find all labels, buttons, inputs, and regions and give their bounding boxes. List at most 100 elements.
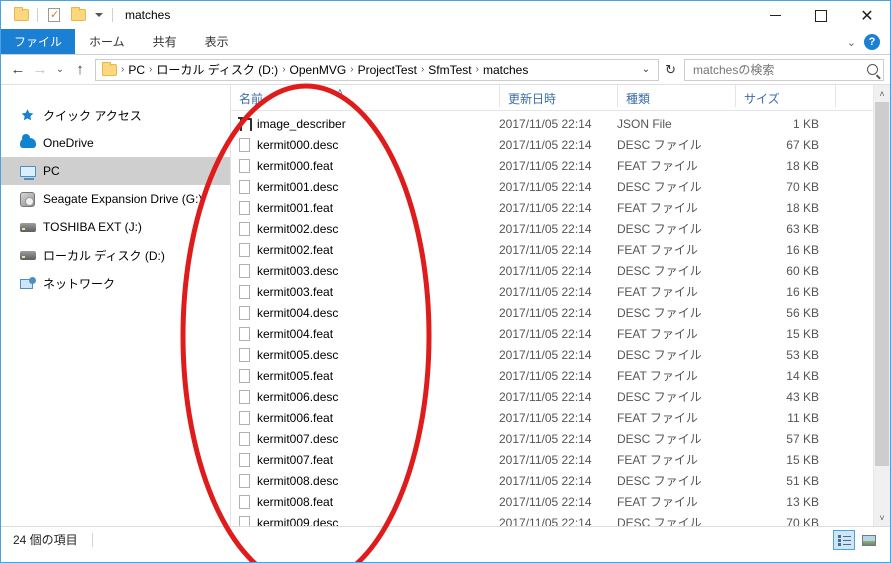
file-date-cell: 2017/11/05 22:14 [499,347,592,362]
table-row[interactable]: kermit007.desc 2017/11/05 22:14 DESC ファイル 5… [231,428,890,449]
scroll-down-icon[interactable]: ˅ [874,509,890,526]
table-row[interactable]: kermit004.desc 2017/11/05 22:14 DESC ファイル 5… [231,302,890,323]
sidebar-item-seagate-expansion-drive[interactable]: Seagate Expansion Drive (G:) [1,185,230,213]
refresh-icon[interactable]: ↻ [661,62,680,78]
tab-share[interactable]: 共有 [139,29,191,54]
help-icon[interactable]: ? [864,34,880,50]
file-name-cell[interactable]: kermit005.feat [231,368,499,383]
file-name-label: kermit008.feat [257,494,334,509]
table-row[interactable]: kermit008.desc 2017/11/05 22:14 DESC ファイル 5… [231,470,890,491]
window-title: matches [125,8,171,22]
table-row[interactable]: image_describer 2017/11/05 22:14 JSON File… [231,113,890,134]
file-size-cell: 15 KB [786,326,819,341]
file-name-cell[interactable]: kermit006.feat [231,410,499,425]
file-date-cell: 2017/11/05 22:14 [499,200,592,215]
tab-home[interactable]: ホーム [75,29,139,54]
breadcrumb-item-matches[interactable]: matches [480,63,531,77]
explorer-window: matches ✕ ファイル ホーム 共有 表示 ⌄ ? ← → ⌄ ↑ › P… [0,0,891,563]
properties-icon[interactable] [42,4,66,26]
minimize-button[interactable] [752,1,798,30]
recent-locations-button[interactable]: ⌄ [51,58,69,82]
file-name-cell[interactable]: kermit006.desc [231,389,499,404]
breadcrumb[interactable]: › PC › ローカル ディスク (D:) › OpenMVG › Projec… [95,58,660,81]
table-row[interactable]: kermit001.feat 2017/11/05 22:14 FEAT ファイル 1… [231,197,890,218]
star-icon [19,107,36,124]
breadcrumb-item-pc[interactable]: PC [125,63,148,77]
table-row[interactable]: kermit004.feat 2017/11/05 22:14 FEAT ファイル 1… [231,323,890,344]
file-name-label: kermit002.feat [257,242,334,257]
scroll-up-icon[interactable]: ˄ [874,85,890,102]
forward-button[interactable]: → [29,58,51,82]
table-row[interactable]: kermit002.desc 2017/11/05 22:14 DESC ファイル 6… [231,218,890,239]
file-name-cell[interactable]: kermit008.feat [231,494,499,509]
file-name-cell[interactable]: kermit002.desc [231,221,499,236]
folder-icon[interactable] [9,4,33,26]
file-name-label: kermit005.desc [257,347,339,362]
table-row[interactable]: kermit005.desc 2017/11/05 22:14 DESC ファイル 5… [231,344,890,365]
close-button[interactable]: ✕ [844,1,890,30]
sidebar-item-quick-access[interactable]: クイック アクセス [1,101,230,129]
file-name-cell[interactable]: kermit004.desc [231,305,499,320]
breadcrumb-item-projecttest[interactable]: ProjectTest [355,63,420,77]
chevron-down-icon-address[interactable]: ⌄ [636,64,656,75]
sidebar-item-local-disk-d[interactable]: ローカル ディスク (D:) [1,241,230,269]
sidebar-item-onedrive[interactable]: OneDrive [1,129,230,157]
file-name-cell[interactable]: kermit008.desc [231,473,499,488]
up-button[interactable]: ↑ [69,58,91,82]
table-row[interactable]: kermit006.feat 2017/11/05 22:14 FEAT ファイル 1… [231,407,890,428]
file-name-cell[interactable]: kermit004.feat [231,326,499,341]
file-name-cell[interactable]: kermit007.feat [231,452,499,467]
vertical-scrollbar[interactable]: ˄ ˅ [873,85,890,526]
breadcrumb-item-sfmtest[interactable]: SfmTest [425,63,474,77]
table-row[interactable]: kermit003.feat 2017/11/05 22:14 FEAT ファイル 1… [231,281,890,302]
file-name-cell[interactable]: kermit001.feat [231,200,499,215]
file-name-cell[interactable]: kermit000.feat [231,158,499,173]
file-size-cell: 11 KB [787,410,819,425]
table-row[interactable]: kermit006.desc 2017/11/05 22:14 DESC ファイル 4… [231,386,890,407]
file-name-cell[interactable]: image_describer [231,116,499,131]
sort-ascending-icon: ˄ [337,87,343,98]
file-name-cell[interactable]: kermit000.desc [231,137,499,152]
maximize-button[interactable] [798,1,844,30]
column-header-name[interactable]: 名前 ˄ [231,85,499,107]
table-row[interactable]: kermit001.desc 2017/11/05 22:14 DESC ファイル 7… [231,176,890,197]
file-name-cell[interactable]: kermit001.desc [231,179,499,194]
customize-caret-icon[interactable] [90,4,108,26]
navigation-pane: クイック アクセス OneDrive PC Seagate Expansion … [1,85,231,526]
tab-file[interactable]: ファイル [1,29,76,54]
column-header-date[interactable]: 更新日時 [499,85,617,107]
chevron-down-icon[interactable]: ⌄ [847,36,856,49]
column-header-size[interactable]: サイズ [735,85,835,107]
column-header-type[interactable]: 種類 [617,85,735,107]
new-folder-icon[interactable] [66,4,90,26]
large-icons-view-button[interactable] [858,530,880,550]
file-name-cell[interactable]: kermit003.desc [231,263,499,278]
file-name-cell[interactable]: kermit005.desc [231,347,499,362]
file-name-cell[interactable]: kermit009.desc [231,515,499,526]
file-name-cell[interactable]: kermit003.feat [231,284,499,299]
table-row[interactable]: kermit008.feat 2017/11/05 22:14 FEAT ファイル 1… [231,491,890,512]
file-date-cell: 2017/11/05 22:14 [499,284,592,299]
file-type-cell: FEAT ファイル [617,369,698,383]
details-view-button[interactable] [833,530,855,550]
breadcrumb-item-openmvg[interactable]: OpenMVG [287,63,350,77]
sidebar-item-network[interactable]: ネットワーク [1,269,230,297]
table-row[interactable]: kermit005.feat 2017/11/05 22:14 FEAT ファイル 1… [231,365,890,386]
table-row[interactable]: kermit000.desc 2017/11/05 22:14 DESC ファイル 6… [231,134,890,155]
table-row[interactable]: kermit009.desc 2017/11/05 22:14 DESC ファイル 7… [231,512,890,526]
breadcrumb-item-local-disk[interactable]: ローカル ディスク (D:) [153,61,281,78]
file-name-cell[interactable]: kermit002.feat [231,242,499,257]
scrollbar-thumb[interactable] [875,102,889,466]
table-row[interactable]: kermit007.feat 2017/11/05 22:14 FEAT ファイル 1… [231,449,890,470]
sidebar-item-toshiba-ext[interactable]: TOSHIBA EXT (J:) [1,213,230,241]
file-name-cell[interactable]: kermit007.desc [231,431,499,446]
search-input[interactable] [693,62,858,77]
tab-view[interactable]: 表示 [191,29,243,54]
sidebar-item-pc[interactable]: PC [1,157,230,185]
search-icon[interactable] [867,64,878,75]
table-row[interactable]: kermit002.feat 2017/11/05 22:14 FEAT ファイル 1… [231,239,890,260]
table-row[interactable]: kermit003.desc 2017/11/05 22:14 DESC ファイル 6… [231,260,890,281]
table-row[interactable]: kermit000.feat 2017/11/05 22:14 FEAT ファイル 1… [231,155,890,176]
back-button[interactable]: ← [7,58,29,82]
search-box[interactable] [684,58,884,81]
